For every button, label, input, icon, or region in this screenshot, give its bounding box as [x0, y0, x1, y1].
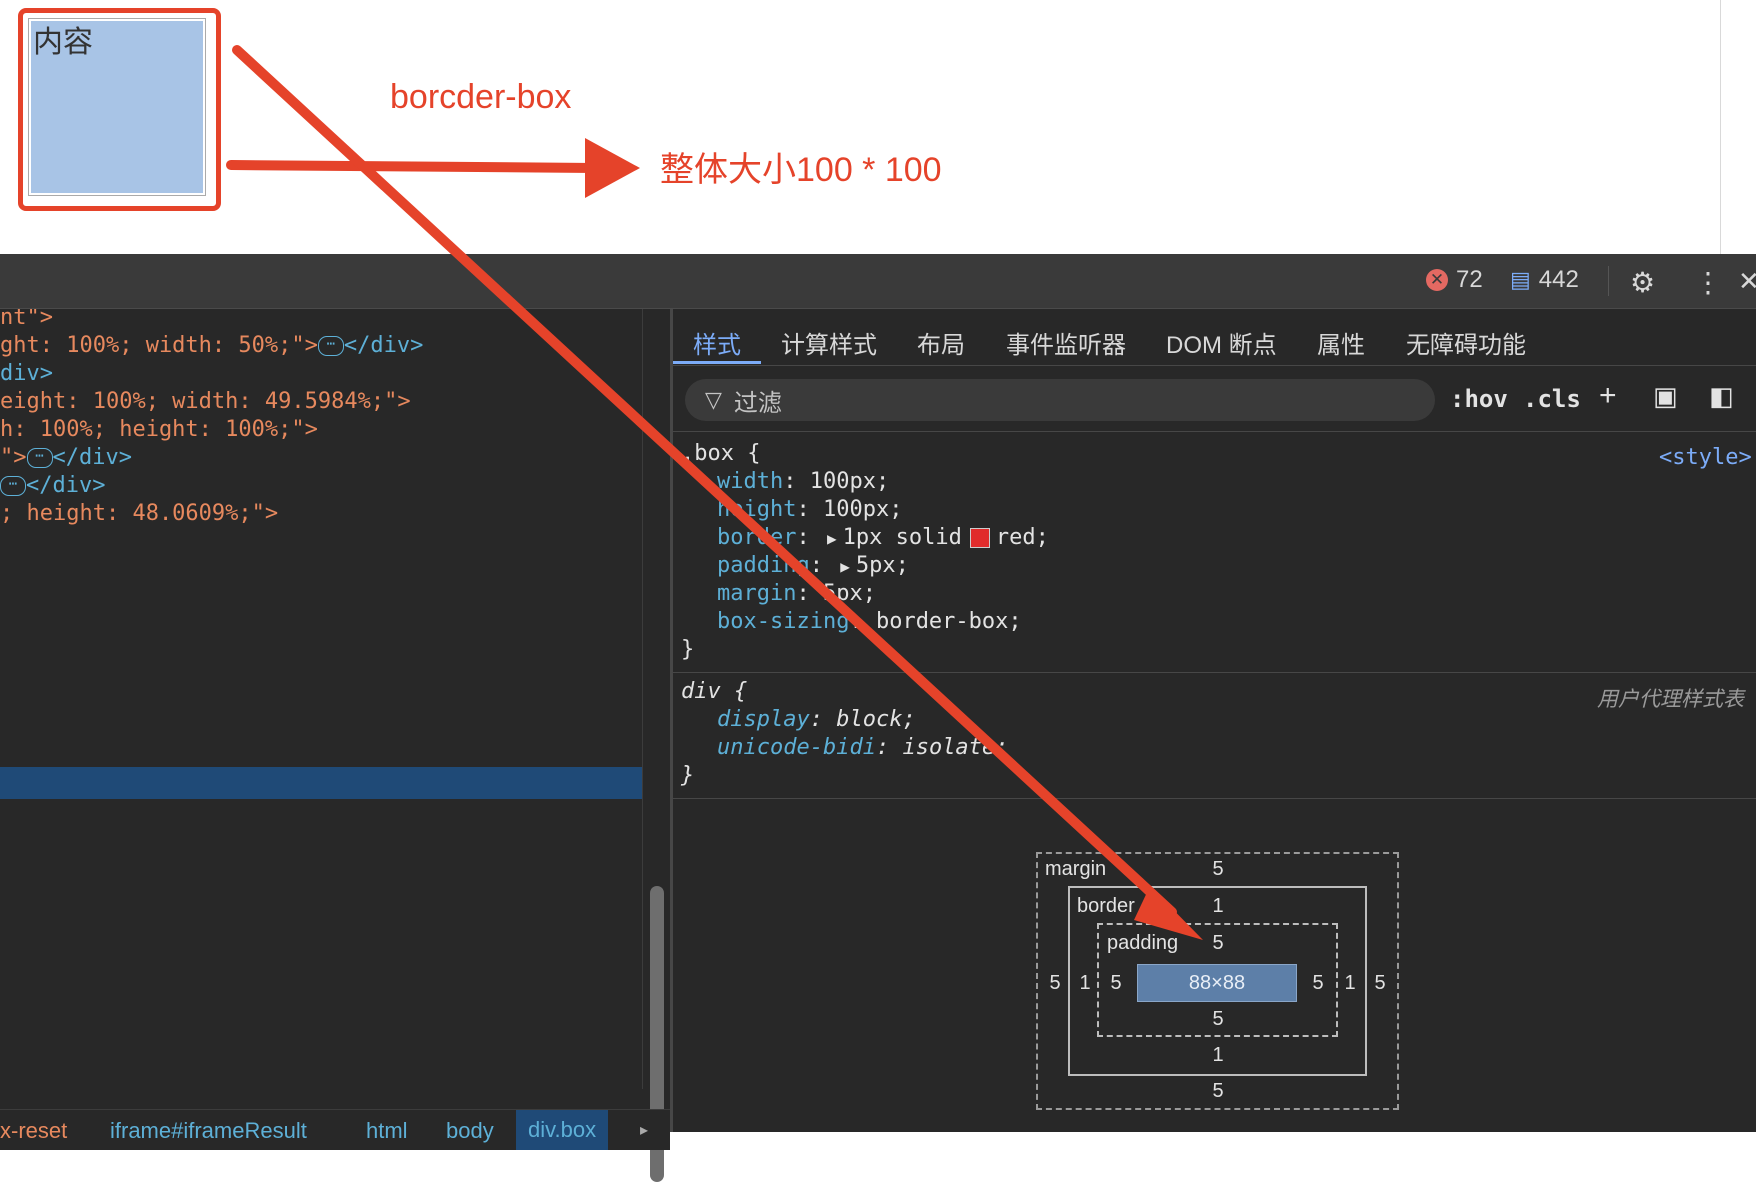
expand-triangle-icon[interactable]: ▶ — [840, 557, 850, 576]
style-declaration[interactable]: width: 100px; — [717, 469, 889, 494]
dom-line[interactable]: ght: 100%; width: 50%;"> ⋯ </div> — [0, 333, 423, 358]
tab-dom-breakpoints[interactable]: DOM 断点 — [1166, 325, 1277, 360]
devtools-toolbar: ✕ 72 ▤ 442 ⚙ ⋮ ✕ — [0, 254, 1756, 309]
ellipsis-icon[interactable]: ⋯ — [317, 336, 344, 356]
rule-close-brace: } — [681, 637, 695, 662]
breadcrumb-item[interactable]: iframe#iframeResult — [110, 1118, 307, 1144]
active-tab-indicator — [673, 361, 761, 364]
hov-toggle[interactable]: :hov — [1450, 385, 1508, 413]
error-icon: ✕ — [1426, 269, 1448, 291]
tab-accessibility[interactable]: 无障碍功能 — [1406, 325, 1526, 360]
tabs-divider — [673, 365, 1756, 366]
toggle-sidebar-icon[interactable]: ◧ — [1709, 381, 1734, 412]
ellipsis-icon[interactable]: ⋯ — [0, 476, 26, 496]
filter-icon: ▽ — [705, 387, 722, 412]
ellipsis-icon[interactable]: ⋯ — [26, 448, 53, 468]
dom-line[interactable]: eight: 100%; width: 49.5984%;"> — [0, 389, 411, 414]
more-options-icon[interactable]: ⋮ — [1694, 266, 1722, 299]
dom-line[interactable]: nt"> — [0, 309, 53, 330]
devtools-panel: ✕ 72 ▤ 442 ⚙ ⋮ ✕ nt"> ght: 100%; width: … — [0, 254, 1756, 1182]
filter-input[interactable]: ▽ 过滤 — [685, 379, 1435, 421]
rule-source-link[interactable]: <style> — [1659, 445, 1752, 470]
breadcrumb-item-selected[interactable]: div.box — [516, 1110, 609, 1150]
selected-dom-row[interactable] — [0, 767, 642, 799]
rule-divider — [673, 798, 1756, 799]
cls-toggle[interactable]: .cls — [1523, 385, 1581, 413]
border-label: border — [1077, 895, 1135, 917]
rule-divider — [673, 672, 1756, 673]
message-count: 442 — [1538, 266, 1579, 293]
border-right[interactable]: 1 — [1335, 972, 1365, 995]
style-declaration[interactable]: unicode-bidi: isolate; — [717, 735, 1008, 760]
rule-selector[interactable]: .box { — [681, 441, 760, 466]
dom-line[interactable]: div> — [0, 361, 53, 386]
padding-right[interactable]: 5 — [1303, 972, 1333, 995]
tab-layout[interactable]: 布局 — [917, 325, 965, 360]
padding-bottom[interactable]: 5 — [1203, 1008, 1233, 1031]
margin-right[interactable]: 5 — [1365, 972, 1395, 995]
padding-left[interactable]: 5 — [1101, 972, 1131, 995]
message-counter[interactable]: ▤ 442 — [1510, 266, 1579, 294]
style-declaration[interactable]: margin: 5px; — [717, 581, 876, 606]
margin-top[interactable]: 5 — [1203, 858, 1233, 881]
tab-properties[interactable]: 属性 — [1317, 325, 1365, 360]
margin-label: margin — [1045, 858, 1107, 880]
border-top[interactable]: 1 — [1203, 895, 1233, 918]
breadcrumb-scroll-right-icon[interactable]: ▸ — [640, 1120, 648, 1140]
rule-selector[interactable]: div { — [681, 679, 747, 704]
message-icon: ▤ — [1510, 267, 1531, 292]
dom-line[interactable]: ; height: 48.0609%;"> — [0, 501, 278, 526]
demo-box-content: 内容 — [31, 21, 203, 193]
padding-label: padding — [1107, 932, 1179, 954]
new-rule-plus-icon[interactable]: + — [1599, 379, 1617, 413]
paint-brush-icon[interactable]: ▣ — [1653, 381, 1678, 412]
padding-top[interactable]: 5 — [1203, 932, 1233, 955]
toolbar-divider — [1608, 266, 1609, 296]
breadcrumb: x-reset iframe#iframeResult html body di… — [0, 1109, 670, 1150]
error-count: 72 — [1456, 266, 1483, 293]
annotation-border-box: borcder-box — [390, 78, 572, 116]
style-declaration[interactable]: box-sizing: border-box; — [717, 609, 1022, 634]
filter-divider — [673, 431, 1756, 432]
style-declaration[interactable]: display: block; — [717, 707, 916, 732]
breadcrumb-item[interactable]: body — [446, 1118, 494, 1144]
color-swatch[interactable] — [969, 528, 990, 548]
breadcrumb-item[interactable]: x-reset — [0, 1118, 67, 1144]
rule-close-brace: } — [681, 763, 695, 788]
expand-triangle-icon[interactable]: ▶ — [827, 529, 837, 548]
tab-event-listeners[interactable]: 事件监听器 — [1006, 325, 1126, 360]
styles-panel: 样式 计算样式 布局 事件监听器 DOM 断点 属性 无障碍功能 ▽ 过滤 :h… — [673, 309, 1756, 1132]
dom-line[interactable]: h: 100%; height: 100%;"> — [0, 417, 318, 442]
box-model-content[interactable]: 88×88 — [1137, 964, 1297, 1002]
margin-left[interactable]: 5 — [1040, 972, 1070, 995]
dom-line[interactable]: ⋯ </div> — [0, 473, 105, 498]
border-bottom[interactable]: 1 — [1203, 1044, 1233, 1067]
dom-line[interactable]: "> ⋯ </div> — [0, 445, 132, 470]
user-agent-stylesheet-label: 用户代理样式表 — [1597, 688, 1744, 711]
elements-tree: nt"> ght: 100%; width: 50%;"> ⋯ </div> div… — [0, 309, 642, 1132]
preview-area: 内容 borcder-box 整体大小100 * 100 — [0, 0, 1756, 254]
style-declaration[interactable]: border: ▶ 1px solid red; — [717, 525, 1049, 550]
viewport-edge — [1720, 0, 1721, 254]
style-declaration[interactable]: padding: ▶ 5px; — [717, 553, 909, 578]
tab-styles[interactable]: 样式 — [693, 325, 741, 360]
margin-bottom[interactable]: 5 — [1203, 1080, 1233, 1103]
settings-gear-icon[interactable]: ⚙ — [1630, 266, 1655, 299]
border-left[interactable]: 1 — [1070, 972, 1100, 995]
breadcrumb-item[interactable]: html — [366, 1118, 408, 1144]
demo-box[interactable]: 内容 — [28, 18, 206, 196]
style-declaration[interactable]: height: 100px; — [717, 497, 902, 522]
close-icon[interactable]: ✕ — [1738, 266, 1756, 297]
tab-computed[interactable]: 计算样式 — [781, 325, 877, 360]
error-counter[interactable]: ✕ 72 — [1426, 266, 1483, 294]
filter-placeholder: 过滤 — [733, 389, 782, 417]
annotation-total-size: 整体大小100 * 100 — [660, 151, 942, 189]
